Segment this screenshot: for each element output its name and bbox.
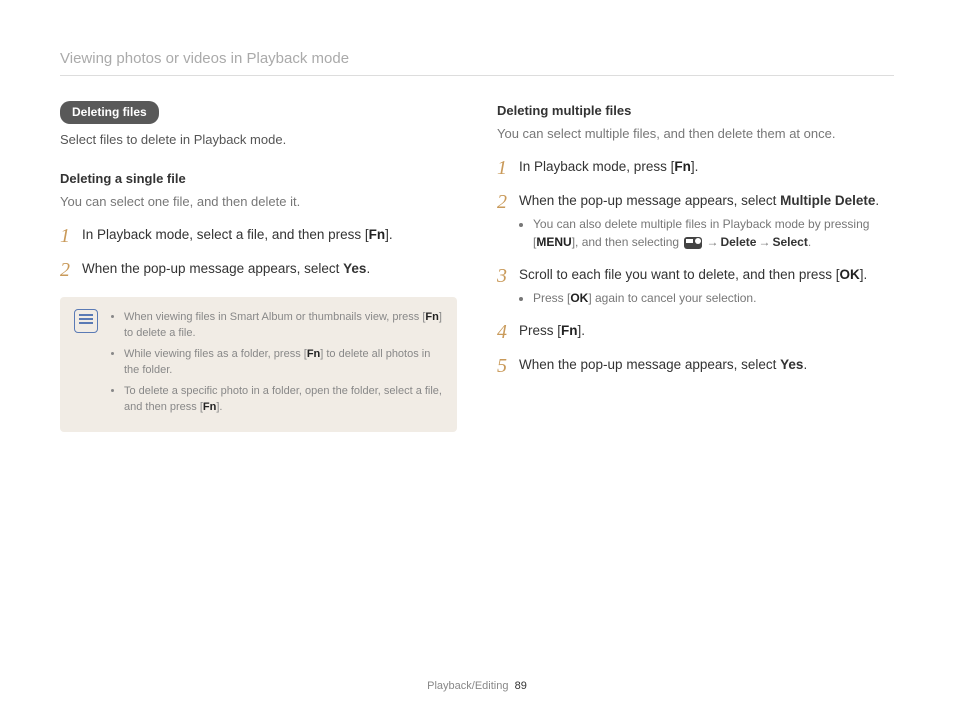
subintro-multiple: You can select multiple files, and then …: [497, 124, 894, 145]
fn-key: Fn: [561, 323, 578, 338]
step-text: When the pop-up message appears, select …: [82, 259, 457, 279]
manual-page: Viewing photos or videos in Playback mod…: [0, 0, 954, 720]
step-number: 2: [60, 259, 82, 281]
ok-key: OK: [839, 267, 859, 282]
step-3: 3 Scroll to each file you want to delete…: [497, 265, 894, 309]
right-column: Deleting multiple files You can select m…: [497, 101, 894, 432]
step-1: 1 In Playback mode, select a file, and t…: [60, 225, 457, 247]
tool-icon: [684, 237, 702, 249]
sub-bullet-item: Press [OK] again to cancel your selectio…: [533, 289, 894, 307]
step-number: 3: [497, 265, 519, 287]
header-rule: [60, 75, 894, 76]
fn-key: Fn: [369, 227, 386, 242]
step-text: Press [Fn].: [519, 321, 894, 341]
step-5: 5 When the pop-up message appears, selec…: [497, 355, 894, 377]
note-list: When viewing files in Smart Album or thu…: [110, 309, 443, 420]
footer-section: Playback/Editing: [427, 680, 508, 692]
sub-bullets: You can also delete multiple files in Pl…: [519, 215, 894, 251]
section-pill: Deleting files: [60, 101, 159, 124]
note-icon: [74, 309, 98, 333]
step-4: 4 Press [Fn].: [497, 321, 894, 343]
sub-bullets: Press [OK] again to cancel your selectio…: [519, 289, 894, 307]
page-header: Viewing photos or videos in Playback mod…: [60, 50, 894, 67]
fn-key: Fn: [307, 348, 320, 360]
step-number: 1: [60, 225, 82, 247]
arrow-icon: →: [706, 235, 718, 249]
ok-key: OK: [570, 291, 588, 305]
menu-key: MENU: [536, 235, 571, 249]
note-item: While viewing files as a folder, press […: [124, 346, 443, 379]
step-2: 2 When the pop-up message appears, selec…: [497, 191, 894, 253]
subheading-single: Deleting a single file: [60, 169, 457, 190]
left-column: Deleting files Select files to delete in…: [60, 101, 457, 432]
page-number: 89: [515, 680, 527, 692]
page-footer: Playback/Editing 89: [0, 680, 954, 692]
step-text: In Playback mode, select a file, and the…: [82, 225, 457, 245]
step-number: 4: [497, 321, 519, 343]
note-item: When viewing files in Smart Album or thu…: [124, 309, 443, 342]
step-2: 2 When the pop-up message appears, selec…: [60, 259, 457, 281]
sub-bullet-item: You can also delete multiple files in Pl…: [533, 215, 894, 251]
step-number: 2: [497, 191, 519, 213]
note-item: To delete a specific photo in a folder, …: [124, 383, 443, 416]
step-text: When the pop-up message appears, select …: [519, 355, 894, 375]
step-text: When the pop-up message appears, select …: [519, 191, 894, 253]
subheading-multiple: Deleting multiple files: [497, 101, 894, 122]
arrow-icon: →: [758, 235, 770, 249]
step-number: 1: [497, 157, 519, 179]
fn-key: Fn: [425, 311, 438, 323]
body-columns: Deleting files Select files to delete in…: [60, 101, 894, 432]
note-box: When viewing files in Smart Album or thu…: [60, 297, 457, 432]
step-text: Scroll to each file you want to delete, …: [519, 265, 894, 309]
fn-key: Fn: [674, 159, 691, 174]
section-intro: Select files to delete in Playback mode.: [60, 130, 457, 151]
subintro-single: You can select one file, and then delete…: [60, 192, 457, 213]
step-number: 5: [497, 355, 519, 377]
step-1: 1 In Playback mode, press [Fn].: [497, 157, 894, 179]
fn-key: Fn: [203, 401, 216, 413]
step-text: In Playback mode, press [Fn].: [519, 157, 894, 177]
